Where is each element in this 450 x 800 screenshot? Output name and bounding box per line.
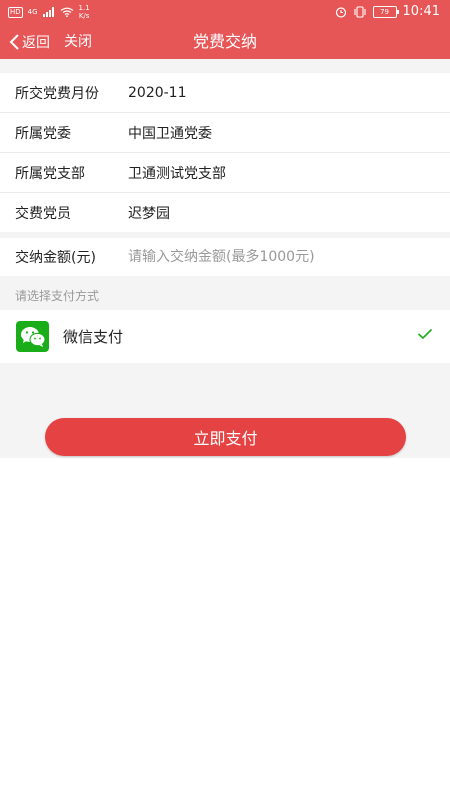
wechat-icon [16,321,49,352]
info-row-month: 所交党费月份 2020-11 [0,73,450,113]
info-row-committee: 所属党委 中国卫通党委 [0,113,450,153]
speed-value: 1.1 [78,4,90,12]
info-value: 中国卫通党委 [128,125,212,142]
back-button[interactable]: 返回 [8,25,50,59]
info-value: 迟梦园 [128,205,170,222]
close-button[interactable]: 关闭 [64,25,92,59]
info-card: 所交党费月份 2020-11 所属党委 中国卫通党委 所属党支部 卫通测试党支部… [0,73,450,232]
nav-bar: 党费交纳 返回 关闭 [0,25,450,59]
check-icon [417,328,433,340]
alarm-icon [335,6,346,18]
info-row-member: 交费党员 迟梦园 [0,193,450,232]
pay-now-button[interactable]: 立即支付 [45,418,406,456]
info-label: 所属党委 [15,125,71,142]
payment-method-label: 微信支付 [63,328,124,346]
info-value: 2020-11 [128,84,187,101]
info-value: 卫通测试党支部 [128,165,226,182]
wifi-icon [60,7,73,17]
back-label: 返回 [22,35,50,51]
amount-row: 交纳金额(元) [0,238,450,276]
amount-label: 交纳金额(元) [15,250,96,266]
amount-input[interactable] [128,249,428,265]
info-row-branch: 所属党支部 卫通测试党支部 [0,153,450,193]
network-type: 4G [27,8,38,16]
info-label: 所交党费月份 [15,85,99,102]
info-label: 所属党支部 [15,165,85,182]
vibrate-icon [353,5,366,18]
wechat-pay-option[interactable]: 微信支付 [0,310,450,363]
signal-icon [42,7,54,17]
chevron-left-icon [9,34,19,50]
status-bar: HD 4G 1.1 K/s 79 10:41 [0,0,450,25]
clock: 10:41 [402,4,440,19]
battery-icon: 79 [372,5,399,18]
network-speed: 1.1 K/s [79,4,90,20]
info-label: 交费党员 [15,205,71,222]
speed-unit: K/s [78,12,90,20]
hd-badge: HD [8,6,23,18]
payment-section-title: 请选择支付方式 [15,289,100,303]
